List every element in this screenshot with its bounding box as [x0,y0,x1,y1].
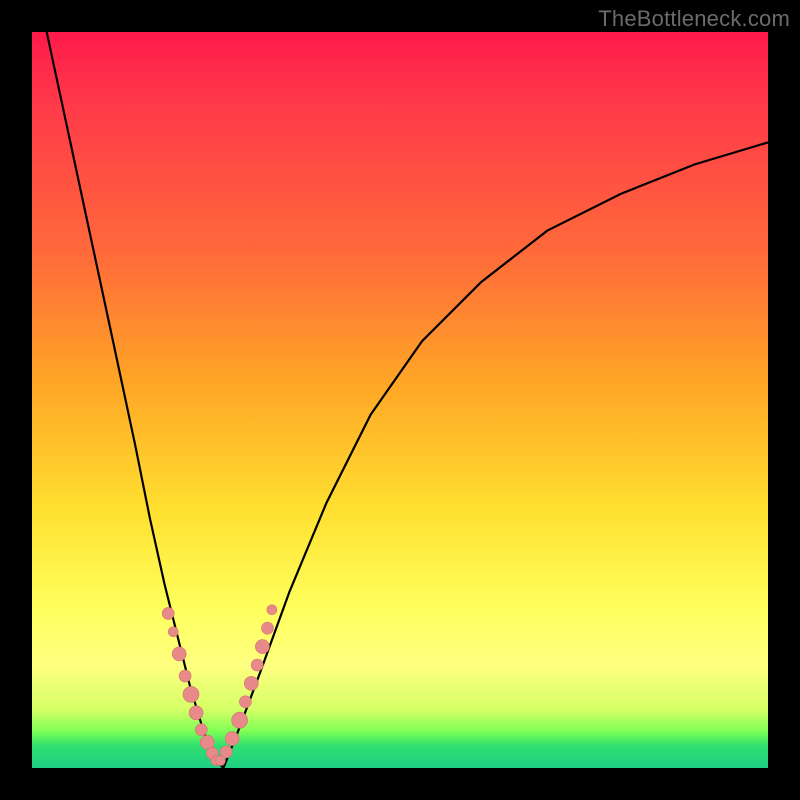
curve-left-branch [47,32,224,768]
chart-frame: TheBottleneck.com [0,0,800,800]
watermark-text: TheBottleneck.com [598,6,790,32]
curve-right-branch [223,142,768,768]
curve-canvas [32,32,768,768]
marker-point [189,706,203,720]
marker-point [195,724,207,736]
marker-point [162,607,174,619]
marker-point [267,605,277,615]
marker-point [244,676,258,690]
marker-point [225,732,239,746]
marker-point [239,696,251,708]
marker-point [262,622,274,634]
marker-point [220,746,232,758]
marker-point [179,670,191,682]
marker-point [172,647,186,661]
marker-point [183,686,199,702]
marker-points [162,605,277,766]
marker-point [255,640,269,654]
marker-point [251,659,263,671]
marker-point [232,712,248,728]
plot-area [32,32,768,768]
marker-point [168,627,178,637]
